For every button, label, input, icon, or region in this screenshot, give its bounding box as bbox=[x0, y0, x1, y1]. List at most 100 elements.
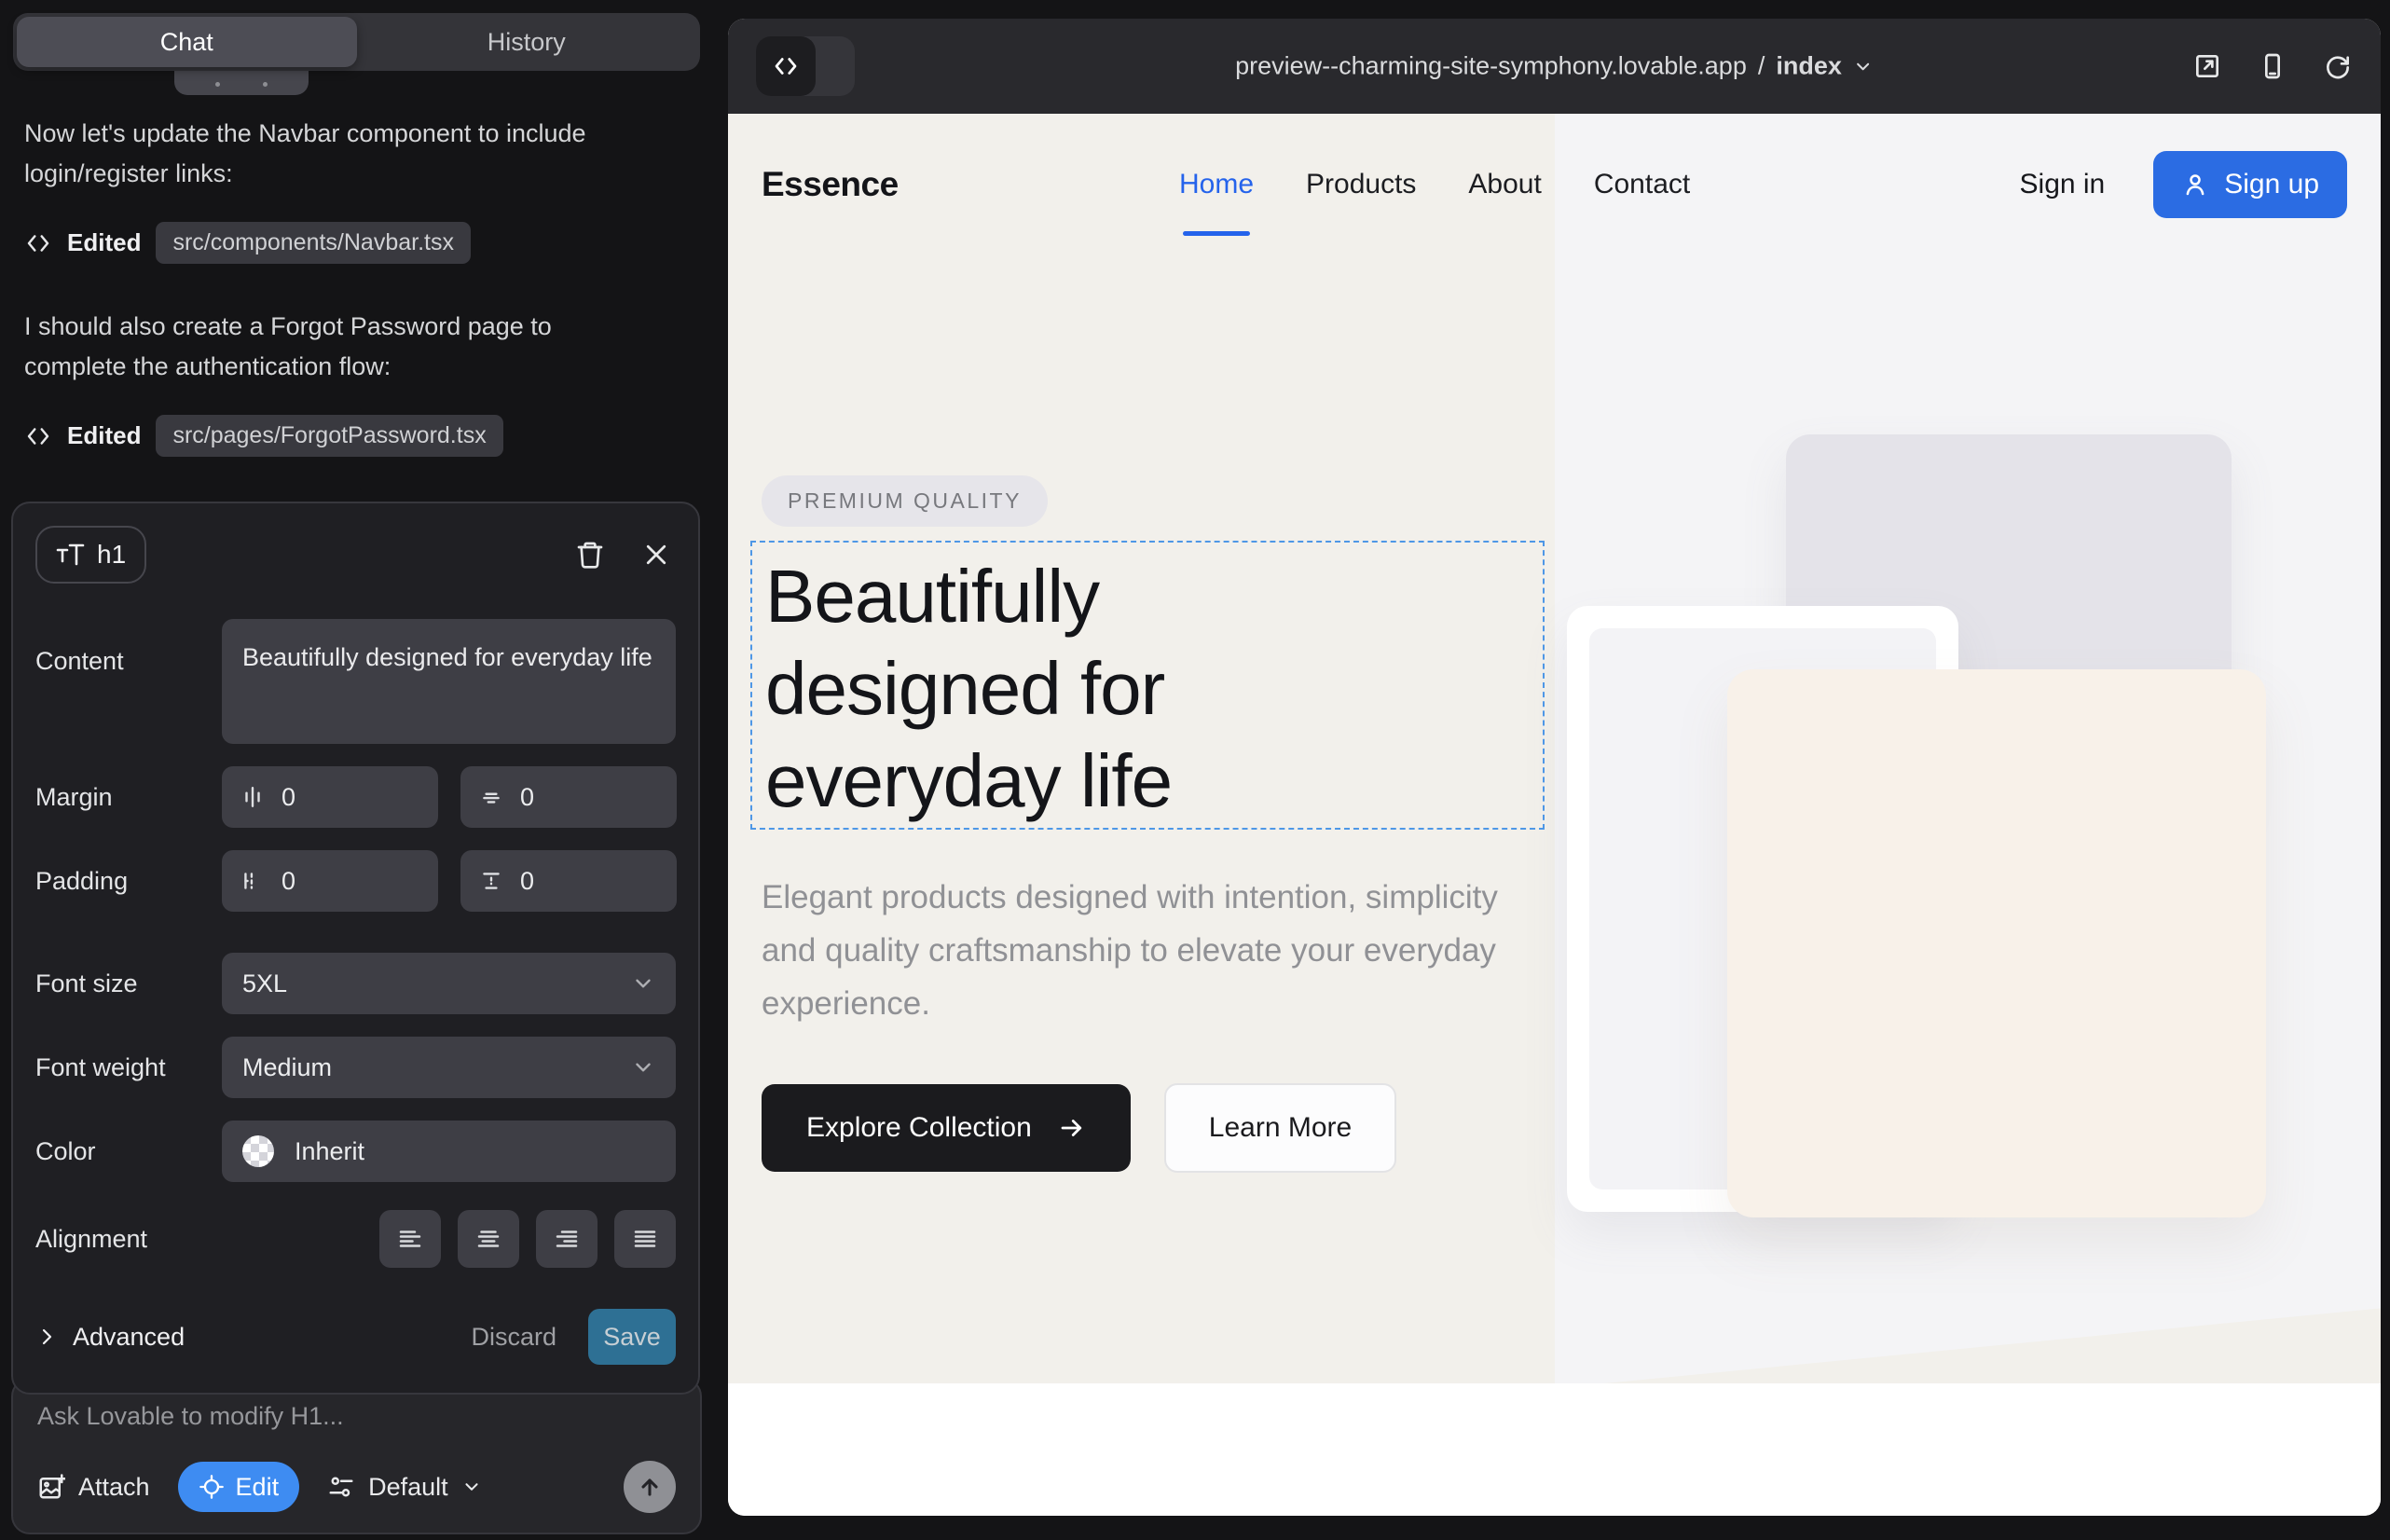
target-icon bbox=[199, 1474, 225, 1500]
browser-panel: preview--charming-site-symphony.lovable.… bbox=[728, 19, 2381, 1516]
advanced-toggle[interactable]: Advanced bbox=[35, 1323, 185, 1352]
color-select[interactable]: Inherit bbox=[222, 1121, 676, 1182]
browser-toolbar: preview--charming-site-symphony.lovable.… bbox=[728, 19, 2381, 114]
font-size-select[interactable]: 5XL bbox=[222, 953, 676, 1014]
tab-history[interactable]: History bbox=[357, 17, 697, 67]
edited-label: Edited bbox=[67, 228, 141, 257]
url-bar[interactable]: preview--charming-site-symphony.lovable.… bbox=[1235, 52, 1874, 81]
color-swatch bbox=[242, 1135, 274, 1167]
nav-link-home[interactable]: Home bbox=[1179, 169, 1254, 200]
padding-x-value: 0 bbox=[282, 867, 295, 896]
content-input[interactable]: Beautifully designed for everyday life bbox=[222, 619, 676, 744]
selected-element-badge[interactable]: h1 bbox=[35, 526, 146, 584]
align-left-button[interactable] bbox=[379, 1210, 441, 1268]
font-weight-label: Font weight bbox=[35, 1053, 222, 1082]
align-center-button[interactable] bbox=[458, 1210, 519, 1268]
url-separator: / bbox=[1758, 52, 1765, 81]
sign-up-label: Sign up bbox=[2224, 169, 2319, 200]
decor-card-beige bbox=[1727, 669, 2266, 1217]
explore-label: Explore Collection bbox=[806, 1112, 1032, 1144]
chat-panel: Chat History Now let's update the Navbar… bbox=[0, 0, 713, 1540]
delete-element-icon[interactable] bbox=[575, 540, 605, 570]
content-label: Content bbox=[35, 647, 222, 676]
margin-x-value: 0 bbox=[282, 783, 295, 812]
premium-quality-badge: PREMIUM QUALITY bbox=[762, 475, 1048, 527]
font-weight-select[interactable]: Medium bbox=[222, 1037, 676, 1098]
chevron-down-icon bbox=[631, 1055, 655, 1079]
margin-y-value: 0 bbox=[520, 783, 534, 812]
advanced-label: Advanced bbox=[73, 1323, 185, 1352]
user-icon bbox=[2181, 171, 2209, 199]
site-navbar: Essence Home Products About Contact Sign… bbox=[728, 114, 2381, 255]
discard-button[interactable]: Discard bbox=[471, 1323, 556, 1352]
close-editor-icon[interactable] bbox=[642, 541, 670, 569]
default-mode-dropdown[interactable]: Default bbox=[327, 1473, 482, 1502]
color-value: Inherit bbox=[295, 1137, 364, 1166]
sign-up-button[interactable]: Sign up bbox=[2153, 151, 2347, 218]
nav-link-contact[interactable]: Contact bbox=[1594, 169, 1690, 200]
edit-mode-button[interactable]: Edit bbox=[178, 1462, 300, 1512]
preview-column: preview--charming-site-symphony.lovable.… bbox=[713, 0, 2390, 1540]
nav-link-about[interactable]: About bbox=[1468, 169, 1541, 200]
font-size-label: Font size bbox=[35, 969, 222, 998]
chevron-down-icon bbox=[461, 1477, 482, 1497]
code-preview-toggle[interactable] bbox=[756, 36, 855, 96]
code-icon bbox=[24, 422, 52, 450]
chevron-down-icon bbox=[1853, 56, 1874, 76]
site-preview: Essence Home Products About Contact Sign… bbox=[728, 114, 2381, 1516]
margin-horizontal-icon bbox=[240, 785, 265, 809]
tab-chat[interactable]: Chat bbox=[17, 17, 357, 67]
site-logo[interactable]: Essence bbox=[762, 165, 899, 204]
edited-file-row: Edited src/components/Navbar.tsx bbox=[24, 222, 689, 264]
default-label: Default bbox=[368, 1473, 448, 1502]
alignment-label: Alignment bbox=[35, 1225, 222, 1254]
mobile-view-icon[interactable] bbox=[2258, 51, 2287, 81]
margin-y-input[interactable]: 0 bbox=[460, 766, 677, 828]
attach-button[interactable]: Attach bbox=[37, 1473, 150, 1502]
edited-file-row: Edited src/pages/ForgotPassword.tsx bbox=[24, 415, 689, 457]
hero-description: Elegant products designed with intention… bbox=[762, 871, 1507, 1030]
font-weight-value: Medium bbox=[242, 1053, 332, 1082]
diagonal-wedge bbox=[1555, 1294, 2382, 1383]
save-button[interactable]: Save bbox=[588, 1309, 676, 1365]
preview-path: index bbox=[1776, 52, 1842, 81]
file-chip[interactable]: src/components/Navbar.tsx bbox=[156, 222, 471, 264]
margin-vertical-icon bbox=[479, 785, 503, 809]
chevron-down-icon bbox=[631, 971, 655, 996]
file-chip[interactable]: src/pages/ForgotPassword.tsx bbox=[156, 415, 502, 457]
padding-vertical-icon bbox=[479, 869, 503, 893]
explore-collection-button[interactable]: Explore Collection bbox=[762, 1084, 1131, 1172]
edit-label: Edit bbox=[236, 1473, 280, 1502]
chat-composer: Attach Edit Default bbox=[11, 1378, 702, 1534]
open-external-icon[interactable] bbox=[2192, 51, 2222, 81]
type-icon bbox=[56, 541, 86, 569]
sliders-icon bbox=[327, 1473, 355, 1501]
arrow-right-icon bbox=[1058, 1114, 1086, 1142]
align-justify-button[interactable] bbox=[614, 1210, 676, 1268]
panel-tabs: Chat History bbox=[13, 13, 700, 71]
color-label: Color bbox=[35, 1137, 222, 1166]
padding-y-input[interactable]: 0 bbox=[460, 850, 677, 912]
refresh-icon[interactable] bbox=[2323, 51, 2353, 81]
element-tag: h1 bbox=[97, 540, 126, 570]
sign-in-link[interactable]: Sign in bbox=[2020, 169, 2106, 200]
learn-more-button[interactable]: Learn More bbox=[1164, 1083, 1396, 1173]
chevron-right-icon bbox=[35, 1326, 58, 1348]
attach-label: Attach bbox=[78, 1473, 150, 1502]
nav-link-products[interactable]: Products bbox=[1306, 169, 1416, 200]
chat-messages: Now let's update the Navbar component to… bbox=[13, 114, 700, 457]
preview-url: preview--charming-site-symphony.lovable.… bbox=[1235, 52, 1747, 81]
font-size-value: 5XL bbox=[242, 969, 287, 998]
element-editor-panel: h1 Content Beautifully designed for ever… bbox=[11, 502, 700, 1395]
padding-x-input[interactable]: 0 bbox=[222, 850, 438, 912]
margin-x-input[interactable]: 0 bbox=[222, 766, 438, 828]
margin-label: Margin bbox=[35, 783, 222, 812]
selected-h1-element[interactable]: Beautifully designed for everyday life bbox=[750, 541, 1545, 830]
send-button[interactable] bbox=[624, 1461, 676, 1513]
align-right-button[interactable] bbox=[536, 1210, 598, 1268]
hero-heading: Beautifully designed for everyday life bbox=[752, 543, 1349, 827]
code-icon bbox=[24, 229, 52, 257]
composer-input[interactable] bbox=[37, 1402, 676, 1443]
edited-label: Edited bbox=[67, 421, 141, 450]
chat-message: I should also create a Forgot Password p… bbox=[24, 307, 658, 387]
